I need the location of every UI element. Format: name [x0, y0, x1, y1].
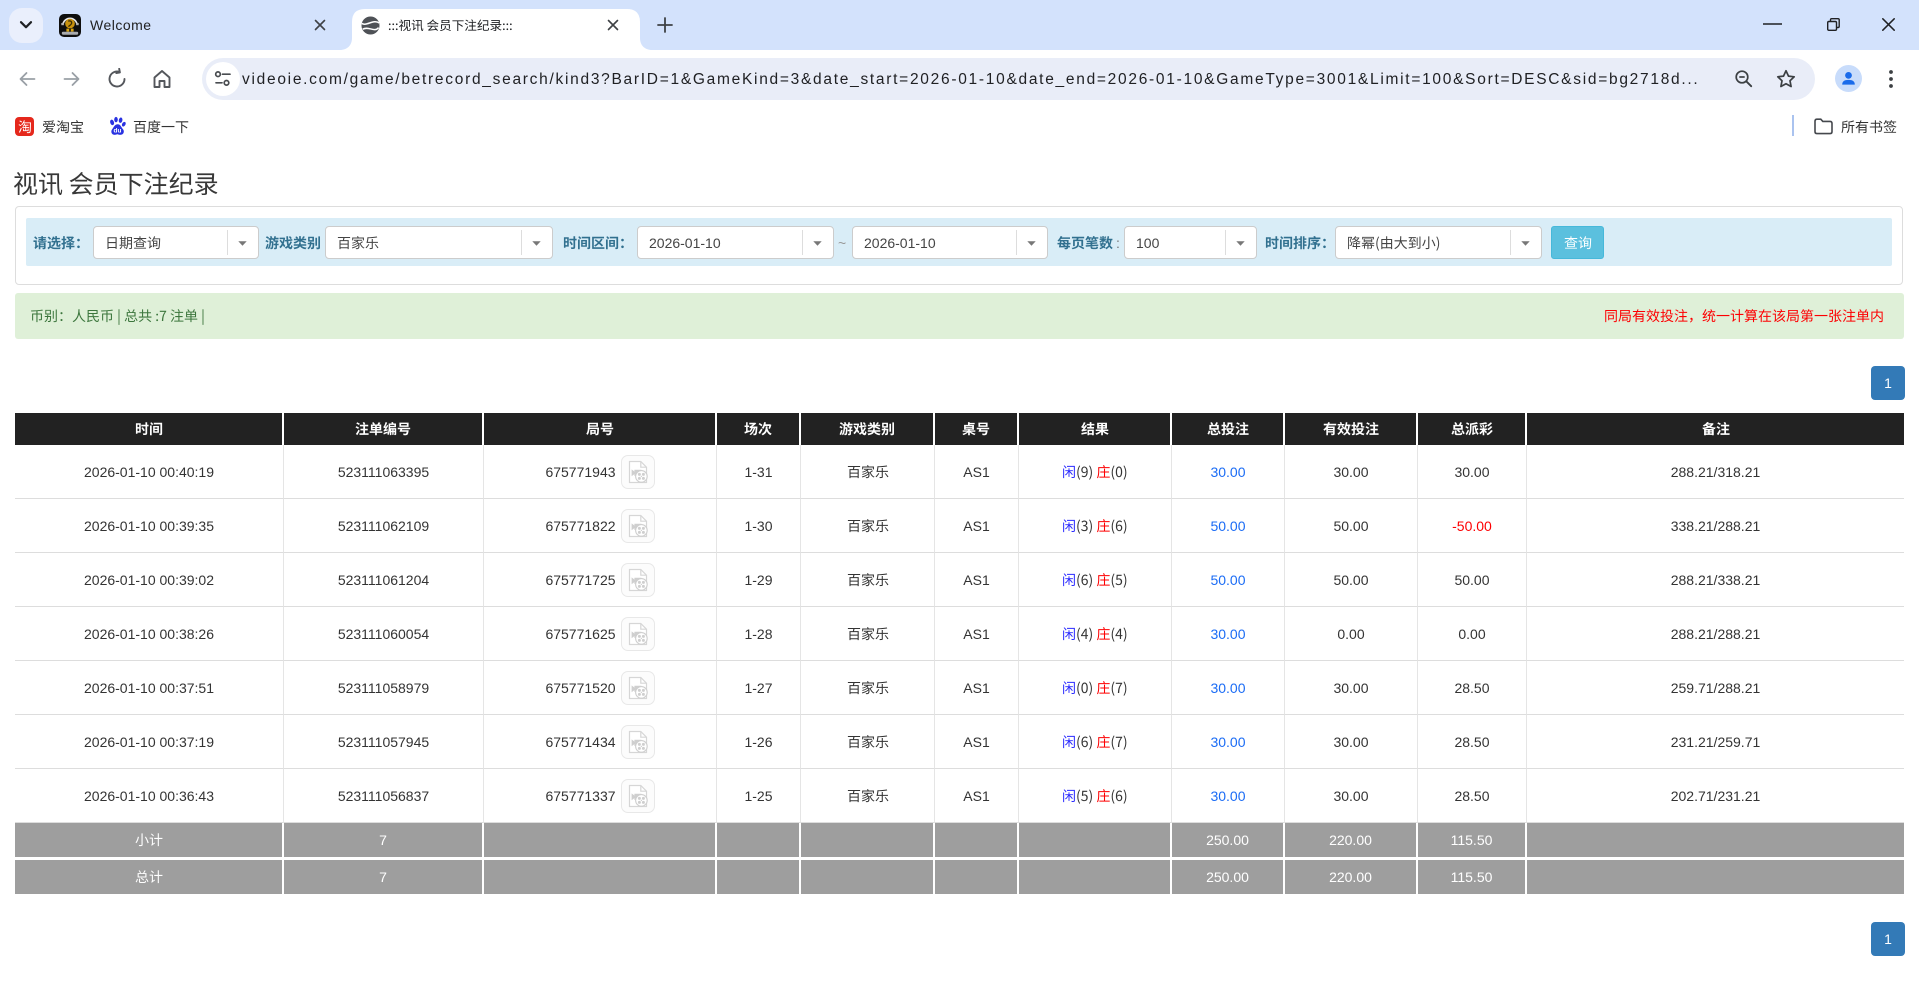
- svg-text:du: du: [114, 127, 122, 134]
